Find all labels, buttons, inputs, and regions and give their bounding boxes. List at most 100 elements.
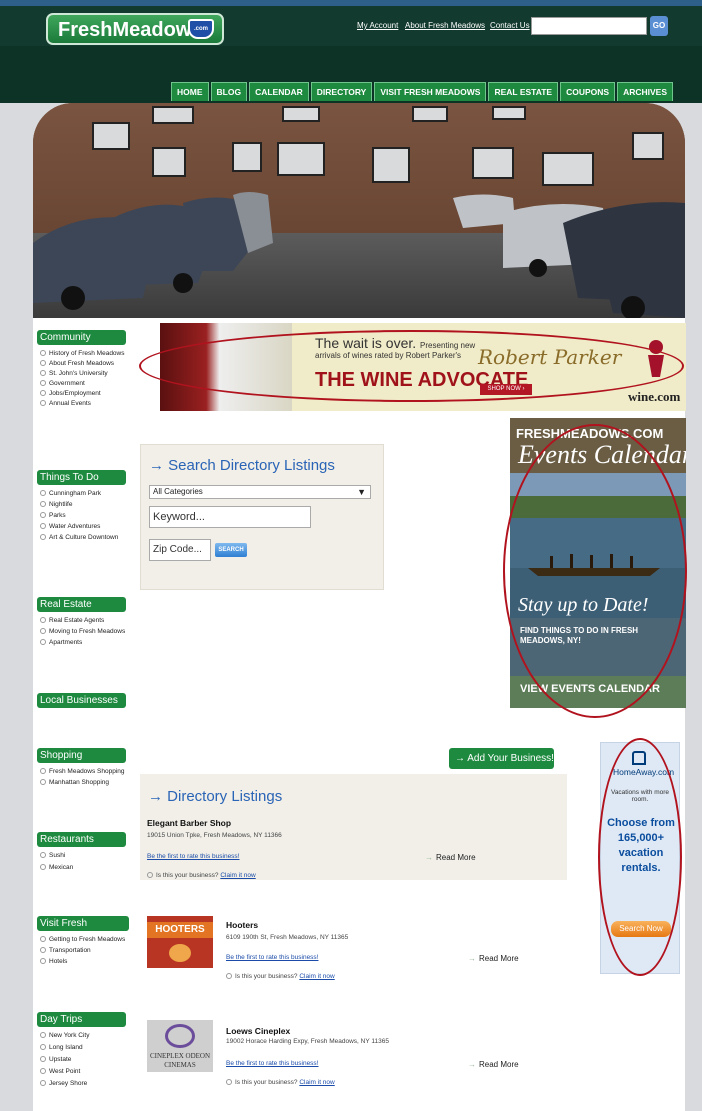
site-search-input[interactable] [531, 17, 647, 35]
owl-icon [169, 944, 191, 962]
cal-stay-text: Stay up to Date! [518, 594, 649, 616]
sidebar-link[interactable]: Art & Culture Downtown [40, 534, 118, 541]
zip-code-input[interactable]: Zip Code... [149, 539, 211, 561]
sidebar-link[interactable]: Cunningham Park [40, 490, 101, 497]
claim-line: Is this your business? Claim it now [226, 973, 335, 980]
sidebar-link[interactable]: Transportation [40, 947, 91, 954]
parker-signature: Robert Parker [478, 345, 622, 369]
sidebar-heading-things-to-do[interactable]: Things To Do [37, 470, 126, 485]
chevron-down-icon: ▼ [357, 487, 366, 497]
wine-shop-now-button[interactable]: SHOP NOW › [480, 384, 532, 395]
sidebar-link[interactable]: Real Estate Agents [40, 617, 104, 624]
sidebar-link[interactable]: Nightlife [40, 501, 72, 508]
sidebar-link[interactable]: Apartments [40, 639, 82, 646]
street-parking-illustration [33, 103, 685, 318]
sidebar-link[interactable]: West Point [40, 1068, 80, 1075]
read-more-link[interactable]: → Read More [468, 954, 519, 963]
sidebar-link[interactable]: Mexican [40, 864, 73, 871]
read-more-link[interactable]: → Read More [425, 853, 476, 862]
directory-search-button[interactable]: SEARCH [215, 543, 247, 557]
sidebar-heading-restaurants[interactable]: Restaurants [37, 832, 126, 847]
sidebar-link[interactable]: Sushi [40, 852, 65, 859]
listing-address: 6109 190th St, Fresh Meadows, NY 11365 [226, 934, 349, 941]
cineplex-logo-icon [165, 1024, 195, 1048]
events-calendar-ad[interactable]: FRESHMEADOWS.COM Events Calendar Stay up… [510, 418, 686, 708]
homeaway-search-now-button[interactable]: Search Now [611, 921, 671, 937]
nav-coupons[interactable]: COUPONS [560, 82, 616, 101]
listing-name[interactable]: Loews Cineplex [226, 1026, 290, 1036]
cineplex-thumbnail[interactable]: CINEPLEX ODEON CINEMAS [147, 1020, 213, 1072]
rate-business-link[interactable]: Be the first to rate this business! [147, 853, 240, 860]
cal-brand: FRESHMEADOWS.COM [516, 426, 664, 441]
sidebar-link[interactable]: Jersey Shore [40, 1080, 87, 1087]
nav-home[interactable]: HOME [171, 82, 209, 101]
sidebar-link[interactable]: Fresh Meadows Shopping [40, 768, 125, 775]
view-events-calendar-link[interactable]: VIEW EVENTS CALENDAR [520, 683, 660, 695]
house-icon [632, 751, 646, 765]
claim-line: Is this your business? Claim it now [147, 872, 256, 879]
search-go-button[interactable]: GO [650, 16, 668, 36]
search-directory-title: → Search Directory Listings [149, 457, 335, 474]
read-more-link[interactable]: → Read More [468, 1060, 519, 1069]
wine-com-brand: wine.com [628, 389, 681, 404]
arrow-right-icon: → [468, 1060, 476, 1069]
sidebar-link[interactable]: Upstate [40, 1056, 71, 1063]
hooters-sign: HOOTERS [147, 922, 213, 938]
category-select[interactable]: All Categories ▼ [149, 485, 371, 499]
sidebar-link[interactable]: Annual Events [40, 400, 91, 407]
sidebar-link[interactable]: Manhattan Shopping [40, 779, 109, 786]
nav-archives[interactable]: ARCHIVES [617, 82, 674, 101]
contact-us-link[interactable]: Contact Us [490, 21, 530, 30]
keyword-input[interactable]: Keyword... [149, 506, 311, 528]
claim-it-now-link[interactable]: Claim it now [299, 973, 334, 980]
sidebar-link[interactable]: Hotels [40, 958, 67, 965]
hero-photo [33, 103, 685, 318]
claim-it-now-link[interactable]: Claim it now [299, 1079, 334, 1086]
add-your-business-button[interactable]: → Add Your Business! [449, 748, 554, 769]
sidebar-link[interactable]: About Fresh Meadows [40, 360, 114, 367]
sidebar-heading-shopping[interactable]: Shopping [37, 748, 126, 763]
search-directory-panel: → Search Directory Listings All Categori… [140, 444, 384, 590]
claim-it-now-link[interactable]: Claim it now [220, 872, 255, 879]
homeaway-subtitle: Vacations with more room. [610, 789, 670, 803]
wine-glass-image [160, 323, 292, 411]
site-logo[interactable]: FreshMeadows .com [46, 13, 224, 45]
nav-calendar[interactable]: CALENDAR [249, 82, 309, 101]
sidebar-link[interactable]: Parks [40, 512, 66, 519]
my-account-link[interactable]: My Account [357, 21, 398, 30]
about-fresh-meadows-link[interactable]: About Fresh Meadows [405, 21, 485, 30]
sidebar-heading-visit-fresh-meadows[interactable]: Visit Fresh Meadows [37, 916, 129, 944]
sidebar-link[interactable]: New York City [40, 1032, 89, 1039]
cal-title: Events Calendar [518, 440, 686, 469]
sidebar-heading-real-estate[interactable]: Real Estate [37, 597, 126, 612]
sidebar-heading-community[interactable]: Community [37, 330, 126, 345]
claim-line: Is this your business? Claim it now [226, 1079, 335, 1086]
nav-blog[interactable]: BLOG [210, 82, 248, 101]
wine-advocate-banner-ad[interactable]: The wait is over. Presenting new arrival… [160, 323, 686, 411]
wine-ad-headline: The wait is over. Presenting new [315, 335, 476, 351]
listing-name[interactable]: Elegant Barber Shop [147, 818, 231, 828]
sidebar-link[interactable]: Government [40, 380, 85, 387]
nav-directory[interactable]: DIRECTORY [310, 82, 373, 101]
sidebar-link[interactable]: Jobs/Employment [40, 390, 101, 397]
sidebar-heading-day-trips[interactable]: Day Trips [37, 1012, 126, 1027]
sidebar-link[interactable]: St. John's University [40, 370, 108, 377]
homeaway-main-text: Choose from 165,000+ vacation rentals. [607, 817, 675, 874]
sidebar-link[interactable]: Long Island [40, 1044, 83, 1051]
cal-find-text: FIND THINGS TO DO IN FRESH MEADOWS, NY! [520, 626, 639, 645]
sidebar-link[interactable]: History of Fresh Meadows [40, 350, 125, 357]
sidebar-heading-local-businesses[interactable]: Local Businesses [37, 693, 126, 708]
nav-visit-fresh-meadows[interactable]: VISIT FRESH MEADOWS [374, 82, 487, 101]
homeaway-ad[interactable]: HomeAway.com Vacations with more room. C… [600, 742, 680, 974]
sidebar-link[interactable]: Getting to Fresh Meadows [40, 936, 125, 943]
interstate-badge-icon: .com [188, 19, 214, 39]
listing-name[interactable]: Hooters [226, 920, 258, 930]
rate-business-link[interactable]: Be the first to rate this business! [226, 1060, 319, 1067]
listing-address: 19002 Horace Harding Expy, Fresh Meadows… [226, 1038, 389, 1045]
sidebar-link[interactable]: Water Adventures [40, 523, 100, 530]
sidebar-link[interactable]: Moving to Fresh Meadows [40, 628, 125, 635]
hooters-thumbnail[interactable]: HOOTERS [147, 916, 213, 968]
listing-address: 19015 Union Tpke, Fresh Meadows, NY 1136… [147, 832, 282, 839]
nav-real-estate[interactable]: REAL ESTATE [488, 82, 559, 101]
rate-business-link[interactable]: Be the first to rate this business! [226, 954, 319, 961]
